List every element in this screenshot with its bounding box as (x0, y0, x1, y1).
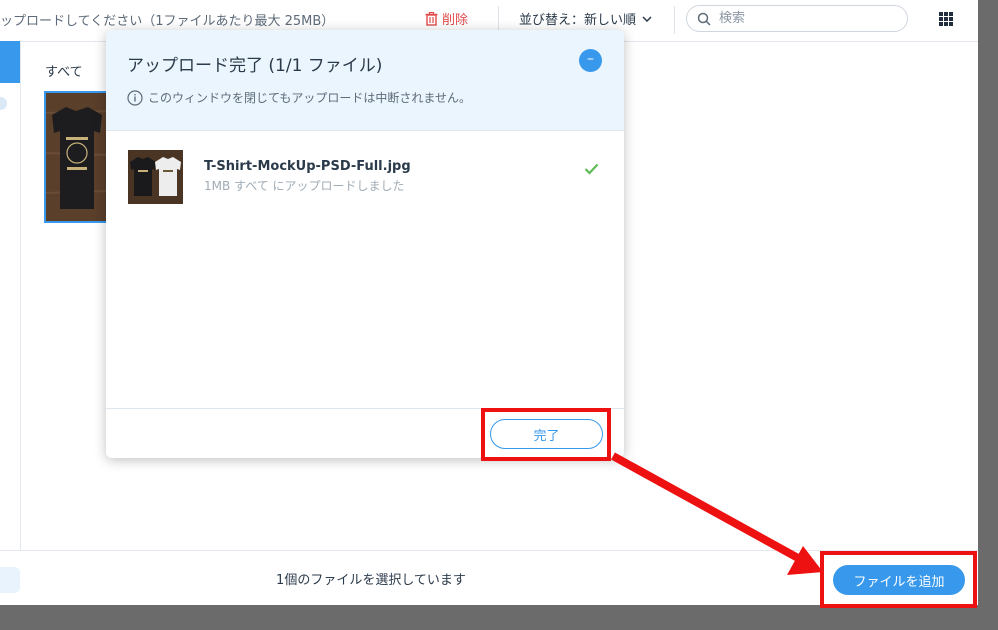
annotation-arrow (611, 452, 823, 575)
